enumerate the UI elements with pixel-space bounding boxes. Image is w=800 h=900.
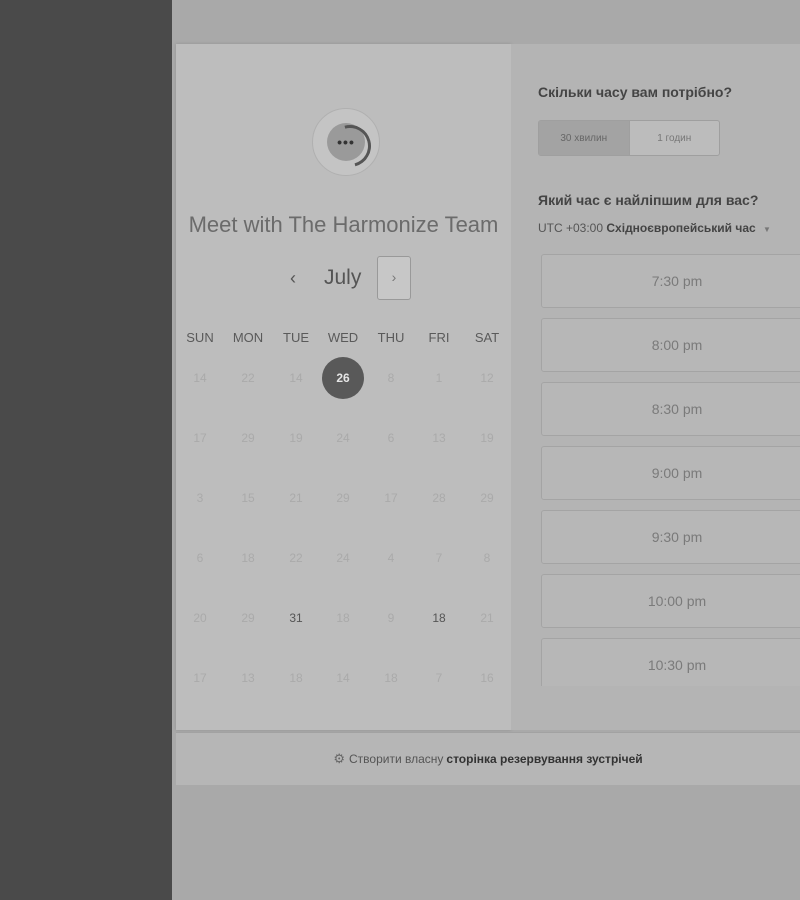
calendar-day: 19 — [480, 431, 494, 445]
timezone-selector[interactable]: UTC +03:00 Східноєвропейський час ▼ — [538, 221, 771, 235]
avatar: ••• — [312, 108, 380, 176]
calendar-day: 17 — [193, 431, 207, 445]
calendar-day: 18 — [241, 551, 255, 565]
calendar-day: 22 — [289, 551, 303, 565]
duration-question: Скільки часу вам потрібно? — [538, 84, 733, 100]
time-slot[interactable]: 8:00 pm — [541, 318, 800, 372]
calendar-day: 7 — [435, 671, 443, 685]
calendar-day: 17 — [193, 671, 207, 685]
calendar-day: 13 — [432, 431, 446, 445]
calendar-day[interactable]: 31 — [272, 594, 320, 642]
calendar-day: 24 — [336, 431, 350, 445]
sprocket-icon: ⚙ — [333, 751, 346, 766]
calendar-day: 24 — [336, 551, 350, 565]
caret-down-icon: ▼ — [763, 225, 771, 234]
chat-bubble-icon: ••• — [327, 123, 365, 161]
duration-option-60[interactable]: 1 годин — [630, 121, 720, 155]
calendar-day[interactable]: 26 — [322, 357, 364, 399]
footer-link[interactable]: сторінка резервування зустрічей — [446, 752, 642, 766]
time-slot[interactable]: 7:30 pm — [541, 254, 800, 308]
weekday-label: SUN — [186, 330, 214, 345]
calendar-day: 21 — [289, 491, 303, 505]
calendar-day: 1 — [435, 371, 443, 385]
next-month-button[interactable]: › — [377, 256, 411, 300]
calendar-panel: ••• Meet with The Harmonize Team ‹ July … — [176, 44, 511, 730]
calendar-day: 14 — [193, 371, 207, 385]
weekday-label: FRI — [428, 330, 450, 345]
duration-selector: 30 хвилин 1 годин — [538, 120, 720, 156]
calendar-day: 18 — [336, 611, 350, 625]
calendar-day: 16 — [480, 671, 494, 685]
calendar-day: 15 — [241, 491, 255, 505]
month-label: July — [324, 266, 362, 289]
time-question: Який час є найліпшим для вас? — [538, 192, 759, 208]
calendar-day: 8 — [387, 371, 395, 385]
weekday-label: MON — [232, 330, 264, 345]
time-slot[interactable]: 10:30 pm — [541, 638, 800, 686]
meetings-widget: ••• Meet with The Harmonize Team ‹ July … — [176, 44, 800, 785]
calendar-day: 13 — [241, 671, 255, 685]
prev-month-button[interactable]: ‹ — [282, 268, 304, 290]
calendar-day: 21 — [480, 611, 494, 625]
calendar-day: 9 — [387, 611, 395, 625]
calendar-day: 29 — [241, 431, 255, 445]
footer-bar: ⚙ Створити власну сторінка резервування … — [176, 732, 800, 785]
month-navigation: ‹ July › — [176, 256, 511, 300]
weekday-label: THU — [377, 330, 405, 345]
footer-prefix: Створити власну — [349, 752, 444, 766]
timezone-offset: UTC +03:00 — [538, 221, 604, 235]
calendar-day: 4 — [387, 551, 395, 565]
calendar-day: 6 — [387, 431, 395, 445]
calendar-day: 28 — [432, 491, 446, 505]
calendar-day: 22 — [241, 371, 255, 385]
time-slot[interactable]: 9:30 pm — [541, 510, 800, 564]
weekday-label: TUE — [283, 330, 309, 345]
calendar-day: 19 — [289, 431, 303, 445]
weekday-label: WED — [327, 330, 359, 345]
calendar-day: 20 — [193, 611, 207, 625]
calendar-day: 29 — [336, 491, 350, 505]
calendar-day: 14 — [289, 371, 303, 385]
calendar-day: 14 — [336, 671, 350, 685]
calendar-day: 17 — [384, 491, 398, 505]
time-slot-list: 7:30 pm 8:00 pm 8:30 pm 9:00 pm 9:30 pm 10:00… — [541, 254, 800, 686]
calendar-day: 18 — [289, 671, 303, 685]
calendar-day: 18 — [384, 671, 398, 685]
meeting-title: Meet with The Harmonize Team — [188, 212, 499, 237]
calendar-day: 6 — [196, 551, 204, 565]
calendar-day: 12 — [480, 371, 494, 385]
calendar-day: 3 — [196, 491, 204, 505]
time-slot[interactable]: 9:00 pm — [541, 446, 800, 500]
calendar-day[interactable]: 18 — [415, 594, 463, 642]
time-selection-panel: Скільки часу вам потрібно? 30 хвилин 1 г… — [511, 44, 800, 730]
calendar-day: 29 — [480, 491, 494, 505]
time-slot[interactable]: 10:00 pm — [541, 574, 800, 628]
timezone-name: Східноєвропейський час — [606, 221, 756, 235]
calendar-day: 7 — [435, 551, 443, 565]
calendar-day: 8 — [483, 551, 491, 565]
calendar-day: 29 — [241, 611, 255, 625]
duration-option-30[interactable]: 30 хвилин — [539, 121, 630, 155]
weekday-label: SAT — [474, 330, 500, 345]
left-sidebar — [0, 0, 172, 900]
time-slot[interactable]: 8:30 pm — [541, 382, 800, 436]
